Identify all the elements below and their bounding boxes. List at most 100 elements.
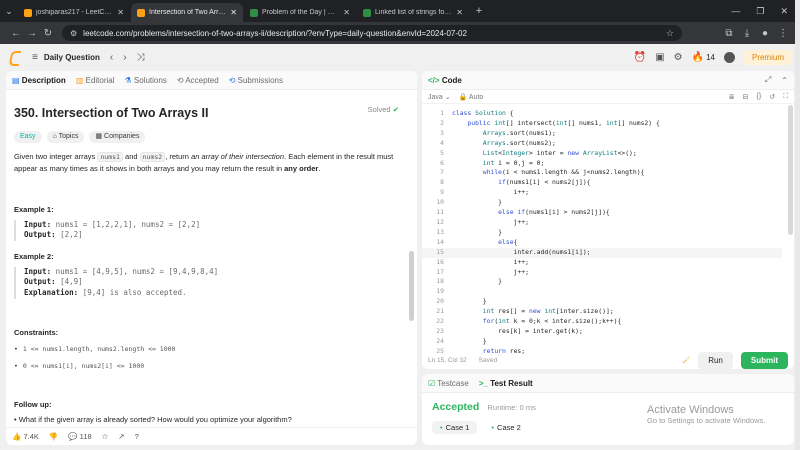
back-icon[interactable]: ← [8, 28, 24, 39]
close-icon[interactable]: ✕ [230, 8, 237, 17]
minimize-button[interactable]: — [731, 6, 740, 17]
code-line[interactable]: 13 } [422, 228, 782, 238]
code-line[interactable]: 23 res[k] = inter.get(k); [422, 327, 782, 337]
leetcode-logo-icon[interactable] [8, 50, 20, 64]
code-tab[interactable]: </> Code [428, 76, 462, 85]
code-line[interactable]: 3 Arrays.sort(nums1); [422, 129, 782, 139]
case-2-button[interactable]: • Case 2 [483, 421, 528, 434]
extensions-icon[interactable]: ⧉ [720, 28, 738, 39]
tab-submissions[interactable]: ⟲ Submissions [229, 76, 283, 85]
premium-button[interactable]: Premium [743, 49, 792, 65]
daily-question-label[interactable]: Daily Question [44, 53, 100, 62]
page-scrollbar[interactable] [795, 0, 800, 450]
browser-tab-profile[interactable]: joshiparas217 - LeetCode Profi...✕ [18, 3, 130, 22]
difficulty-badge[interactable]: Easy [14, 130, 42, 144]
format-icon[interactable]: ≣ [729, 93, 735, 101]
line-number: 6 [440, 158, 444, 167]
code-text: j++; [452, 217, 529, 226]
code-line[interactable]: 20 } [422, 297, 782, 307]
case-1-button[interactable]: • Case 1 [432, 421, 478, 434]
bookmark-star-icon[interactable]: ☆ [666, 28, 674, 39]
tab-testcase[interactable]: ☑ Testcase [428, 379, 469, 388]
browser-tab-problem[interactable]: Intersection of Two Arrays II - L...✕ [131, 3, 243, 22]
auto-mode[interactable]: 🔒 Auto [459, 93, 484, 101]
tab-description[interactable]: ▤ Description [12, 76, 66, 85]
timer-icon[interactable]: ⏰ [634, 52, 646, 63]
code-line[interactable]: 22 for(int k = 0;k < inter.size();k++){ [422, 317, 782, 327]
code-line[interactable]: 24 } [422, 337, 782, 347]
code-text: if(nums1[i] < nums2[j]){ [498, 178, 591, 187]
code-line[interactable]: 8 if(nums1[i] < nums2[j]){ [422, 178, 782, 188]
code-line[interactable]: 15 inter.add(nums1[i]); [422, 247, 782, 258]
language-select[interactable]: Java ⌄ [428, 93, 451, 101]
code-line[interactable]: 5 List<Integer> inter = new ArrayList<>(… [422, 149, 782, 159]
maximize-button[interactable]: ❐ [756, 6, 764, 17]
share-icon[interactable]: ↗ [118, 432, 124, 441]
code-line[interactable]: 12 j++; [422, 218, 782, 228]
profile-avatar[interactable]: ● [756, 28, 774, 39]
code-line[interactable]: 17 j++; [422, 268, 782, 278]
tab-search-icon[interactable]: ⌄ [0, 6, 18, 17]
settings-gear-icon[interactable]: ⚙ [674, 52, 683, 63]
code-line[interactable]: 1 class Solution { [422, 109, 782, 119]
menu-icon[interactable]: ⋮ [774, 28, 792, 39]
code-line[interactable]: 16 i++; [422, 258, 782, 268]
palette-icon[interactable]: 🖌 [682, 356, 690, 364]
companies-tag[interactable]: ▦ Companies [89, 130, 146, 144]
site-info-icon[interactable]: ⚙ [70, 29, 77, 38]
topics-tag[interactable]: ⌂ Topics [46, 130, 85, 144]
expand-icon[interactable]: ⤢ [765, 75, 771, 85]
close-icon[interactable]: ✕ [117, 8, 124, 17]
code-scrollbar[interactable] [788, 105, 793, 235]
code-line[interactable]: 9 i++; [422, 188, 782, 198]
forward-icon[interactable]: → [24, 28, 40, 39]
close-icon[interactable]: ✕ [456, 8, 463, 17]
tab-accepted[interactable]: ⟲ Accepted [177, 76, 219, 85]
submit-button[interactable]: Submit [740, 351, 788, 369]
code-line[interactable]: 10 } [422, 198, 782, 208]
user-avatar[interactable] [723, 51, 735, 63]
problem-list-icon[interactable]: ≡ [32, 52, 38, 63]
runtime-label: Runtime: 0 ms [487, 403, 536, 412]
fullscreen-icon[interactable]: ⛶ [783, 93, 788, 101]
browser-tab-gfg-potd[interactable]: Problem of the Day | GeeksforG...✕ [244, 3, 356, 22]
code-editor[interactable]: 1 class Solution {2 public int[] intersec… [422, 109, 782, 355]
notes-icon[interactable]: ▣ [655, 52, 664, 63]
run-button[interactable]: Run [698, 351, 733, 369]
code-line[interactable]: 2 public int[] intersect(int[] nums1, in… [422, 119, 782, 129]
address-bar[interactable]: ⚙ leetcode.com/problems/intersection-of-… [62, 25, 682, 41]
like-button[interactable]: 👍 7.4K [12, 432, 39, 441]
code-line[interactable]: 11 else if(nums1[i] > nums2[j]){ [422, 208, 782, 218]
download-icon[interactable]: ⤓ [738, 28, 756, 39]
help-icon[interactable]: ? [135, 432, 139, 441]
close-icon[interactable]: ✕ [343, 8, 350, 17]
collapse-icon[interactable]: ⌃ [781, 76, 788, 85]
tab-test-result[interactable]: >_ Test Result [479, 379, 533, 388]
next-problem-icon[interactable]: › [123, 52, 126, 63]
description-scrollbar[interactable] [409, 251, 414, 321]
favorite-star-icon[interactable]: ☆ [102, 432, 109, 441]
dislike-button[interactable]: 👎 [49, 432, 58, 441]
line-number: 12 [436, 217, 444, 226]
code-line[interactable]: 4 Arrays.sort(nums2); [422, 139, 782, 149]
code-line[interactable]: 6 int i = 0,j = 0; [422, 159, 782, 169]
code-line[interactable]: 21 int res[] = new int[inter.size()]; [422, 307, 782, 317]
shuffle-icon[interactable]: ⤨ [137, 52, 145, 63]
reload-icon[interactable]: ↻ [40, 28, 56, 39]
code-line[interactable]: 14 else{ [422, 238, 782, 248]
tab-editorial[interactable]: ▥ Editorial [76, 76, 115, 85]
braces-icon[interactable]: {} [757, 93, 762, 100]
streak-fire-icon[interactable]: 🔥 14 [692, 52, 715, 63]
close-window-button[interactable]: ✕ [780, 6, 788, 17]
tab-solutions[interactable]: ⚗ Solutions [125, 76, 167, 85]
code-text: i++; [452, 188, 529, 197]
prev-problem-icon[interactable]: ‹ [110, 52, 113, 63]
comments-button[interactable]: 💬 118 [68, 432, 91, 441]
code-line[interactable]: 7 while(i < nums1.length && j<nums2.leng… [422, 168, 782, 178]
bookmark-icon[interactable]: ⊟ [743, 93, 749, 101]
browser-tab-gfg-linked[interactable]: Linked list of strings forms a pa...✕ [357, 3, 469, 22]
reset-icon[interactable]: ↺ [769, 93, 775, 101]
new-tab-button[interactable]: + [470, 5, 488, 17]
code-line[interactable]: 19 [422, 287, 782, 297]
code-line[interactable]: 18 } [422, 277, 782, 287]
